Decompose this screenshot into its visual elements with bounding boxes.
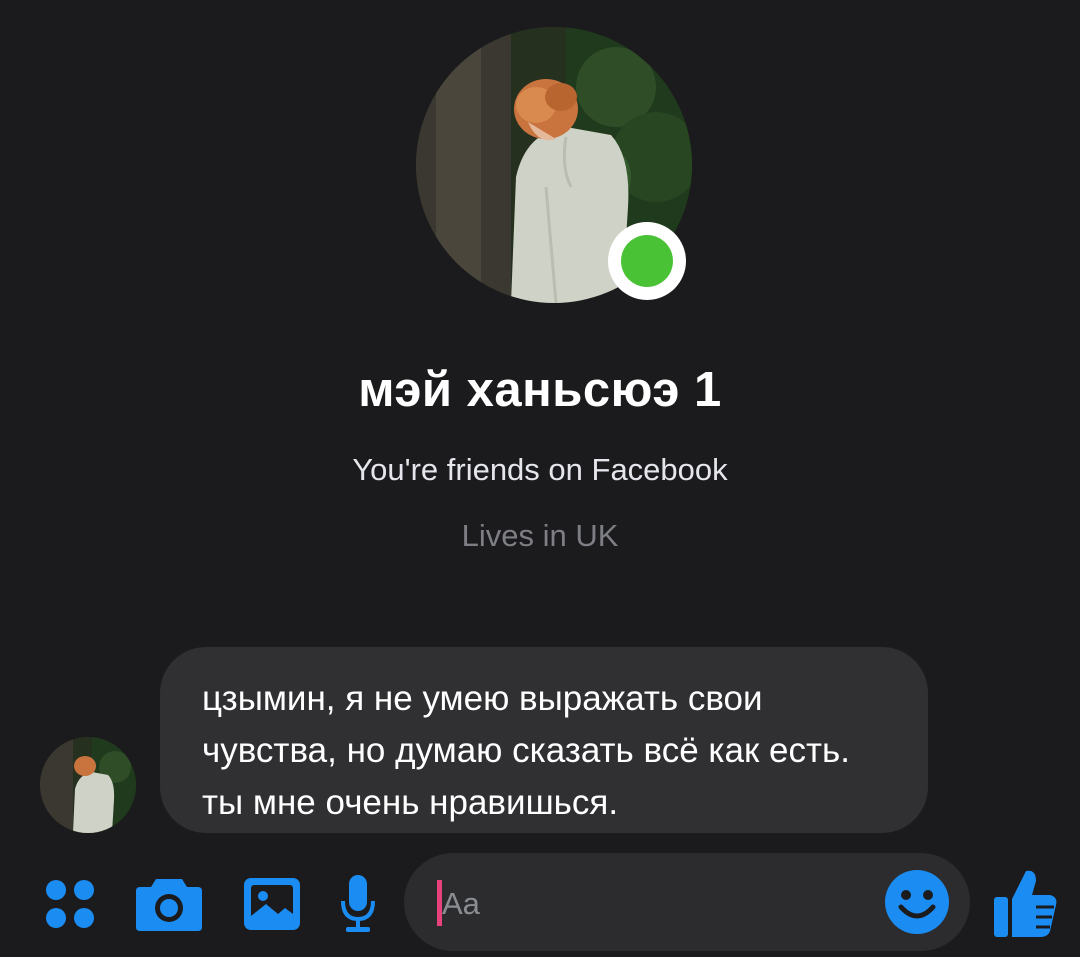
message-bubble[interactable]: цзымин, я не умею выражать свои чувства,… <box>160 647 928 833</box>
contact-location: Lives in UK <box>461 518 619 553</box>
message-input-placeholder: Aa <box>442 886 480 921</box>
sender-photo <box>40 737 136 833</box>
composer-bar: Aa <box>0 850 1080 957</box>
camera-icon[interactable] <box>133 872 205 936</box>
friendship-status: You're friends on Facebook <box>352 452 728 487</box>
online-status-indicator <box>608 222 686 300</box>
sender-avatar[interactable] <box>40 737 136 833</box>
emoji-icon[interactable] <box>882 867 952 937</box>
microphone-icon[interactable] <box>336 872 380 936</box>
apps-icon[interactable] <box>40 874 100 934</box>
message-input[interactable]: Aa <box>404 853 970 951</box>
thumbs-up-icon[interactable] <box>990 866 1060 942</box>
contact-name[interactable]: мэй ханьсюэ 1 <box>0 362 1080 418</box>
gallery-icon[interactable] <box>240 872 304 936</box>
chat-screen: мэй ханьсюэ 1 You're friends on Facebook… <box>0 0 1080 957</box>
